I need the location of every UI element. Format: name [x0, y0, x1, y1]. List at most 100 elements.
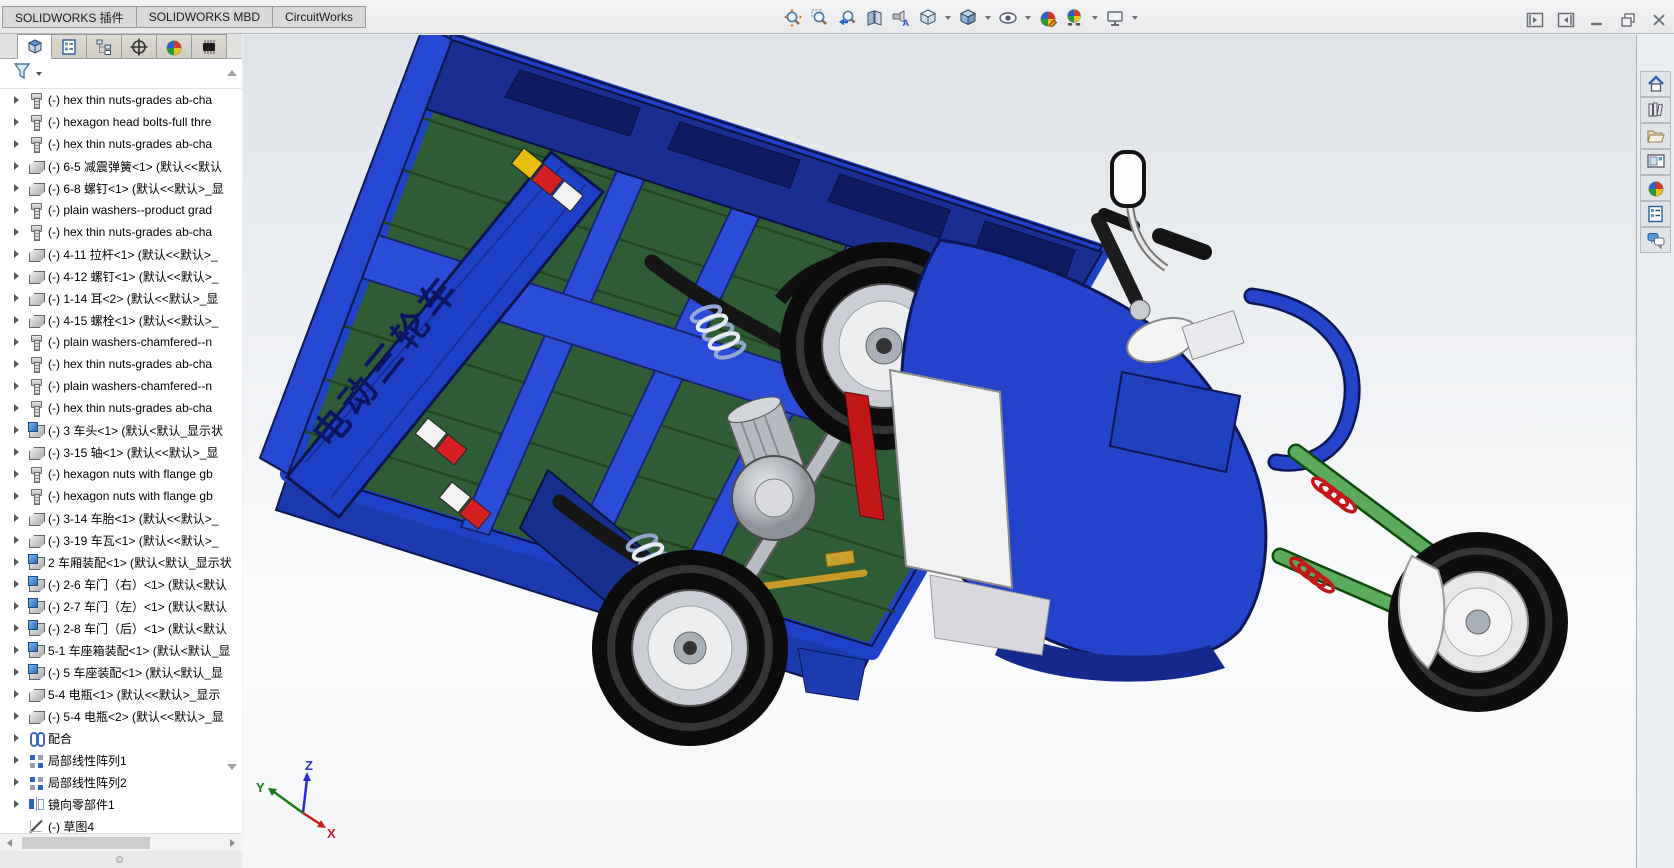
close-icon[interactable] — [1648, 10, 1670, 30]
expand-arrow-icon[interactable] — [14, 646, 28, 654]
view-palette-icon[interactable] — [1640, 149, 1671, 175]
scrollbar-thumb[interactable] — [22, 837, 150, 849]
tree-item[interactable]: (-) plain washers-chamfered--n — [0, 331, 242, 353]
view-settings-dropdown-caret[interactable] — [1129, 5, 1140, 30]
expand-arrow-icon[interactable] — [14, 338, 28, 346]
expand-arrow-icon[interactable] — [14, 96, 28, 104]
section-view-icon[interactable] — [861, 5, 886, 30]
tree-item[interactable]: (-) 5 车座装配<1> (默认<默认_显 — [0, 661, 242, 683]
tree-item[interactable]: (-) hex thin nuts-grades ab-cha — [0, 353, 242, 375]
tree-item[interactable]: (-) 2-6 车门（右）<1> (默认<默认 — [0, 573, 242, 595]
commandmanager-tab[interactable]: CircuitWorks — [272, 6, 366, 28]
expand-arrow-icon[interactable] — [14, 404, 28, 412]
expand-arrow-icon[interactable] — [14, 316, 28, 324]
zoom-to-fit-icon[interactable] — [780, 5, 805, 30]
hide-show-items-icon[interactable] — [995, 5, 1020, 30]
tree-item[interactable]: (-) 3-14 车胎<1> (默认<<默认>_ — [0, 507, 242, 529]
tree-item[interactable]: 局部线性阵列2 — [0, 771, 242, 793]
tree-scroll-up-icon[interactable] — [227, 70, 237, 78]
model-front-wheel[interactable] — [1388, 532, 1568, 712]
dock-left-icon[interactable] — [1524, 10, 1546, 30]
expand-arrow-icon[interactable] — [14, 228, 28, 236]
expand-arrow-icon[interactable] — [14, 690, 28, 698]
dock-right-icon[interactable] — [1555, 10, 1577, 30]
scroll-right-icon[interactable] — [230, 839, 235, 847]
featuremanager-tab[interactable] — [17, 34, 52, 59]
tree-item[interactable]: (-) 2-8 车门（后）<1> (默认<默认 — [0, 617, 242, 639]
tree-item[interactable]: (-) hex thin nuts-grades ab-cha — [0, 133, 242, 155]
view-orientation-dropdown-caret[interactable] — [942, 5, 953, 30]
expand-arrow-icon[interactable] — [14, 184, 28, 192]
home-icon[interactable] — [1640, 71, 1671, 97]
tree-item[interactable]: 配合 — [0, 727, 242, 749]
scroll-left-icon[interactable] — [7, 839, 12, 847]
tree-item[interactable]: 镜向零部件1 — [0, 793, 242, 815]
expand-arrow-icon[interactable] — [14, 206, 28, 214]
tree-item[interactable]: (-) hex thin nuts-grades ab-cha — [0, 397, 242, 419]
annotation-views-icon[interactable]: A — [888, 5, 913, 30]
tree-scroll-down-icon[interactable] — [227, 764, 237, 772]
circuitworks-tab[interactable] — [192, 34, 227, 59]
model-tricycle[interactable]: 电动三轮车 Z Y X — [243, 35, 1636, 868]
tree-item[interactable]: (-) 5-4 电瓶<2> (默认<<默认>_显 — [0, 705, 242, 727]
expand-arrow-icon[interactable] — [14, 712, 28, 720]
propertymanager-tab[interactable] — [52, 34, 87, 59]
expand-arrow-icon[interactable] — [14, 382, 28, 390]
displaymanager-tab[interactable] — [157, 34, 192, 59]
expand-arrow-icon[interactable] — [14, 250, 28, 258]
tree-item[interactable]: (-) hex thin nuts-grades ab-cha — [0, 221, 242, 243]
minimize-icon[interactable] — [1586, 10, 1608, 30]
tree-item[interactable]: (-) 2-7 车门（左）<1> (默认<默认 — [0, 595, 242, 617]
expand-arrow-icon[interactable] — [14, 778, 28, 786]
view-orientation-icon[interactable] — [915, 5, 940, 30]
tree-item[interactable]: (-) 草图4 — [0, 815, 242, 833]
expand-arrow-icon[interactable] — [14, 272, 28, 280]
tree-item[interactable]: (-) 4-11 拉杆<1> (默认<<默认>_ — [0, 243, 242, 265]
expand-arrow-icon[interactable] — [14, 140, 28, 148]
tree-item[interactable]: (-) 4-15 螺栓<1> (默认<<默认>_ — [0, 309, 242, 331]
tree-item[interactable]: (-) 6-5 减震弹簧<1> (默认<<默认 — [0, 155, 242, 177]
tree-item[interactable]: (-) hex thin nuts-grades ab-cha — [0, 89, 242, 111]
tree-item[interactable]: (-) 1-14 耳<2> (默认<<默认>_显 — [0, 287, 242, 309]
apply-scene-dropdown-caret[interactable] — [1089, 5, 1100, 30]
tree-item[interactable]: 局部线性阵列1 — [0, 749, 242, 771]
graphics-area[interactable]: 电动三轮车 Z Y X — [243, 35, 1636, 868]
expand-arrow-icon[interactable] — [14, 602, 28, 610]
filter-dropdown-caret[interactable] — [36, 71, 42, 76]
apply-scene-icon[interactable] — [1062, 5, 1087, 30]
tree-item[interactable]: (-) 6-8 螺钉<1> (默认<<默认>_显 — [0, 177, 242, 199]
tree-item[interactable]: (-) plain washers-chamfered--n — [0, 375, 242, 397]
commandmanager-tab[interactable]: SOLIDWORKS 插件 — [2, 6, 136, 28]
display-style-icon[interactable] — [955, 5, 980, 30]
tree-item[interactable]: (-) 4-12 螺钉<1> (默认<<默认>_ — [0, 265, 242, 287]
expand-arrow-icon[interactable] — [14, 734, 28, 742]
file-explorer-icon[interactable] — [1640, 123, 1671, 149]
tree-item[interactable]: 2 车厢装配<1> (默认<默认_显示状 — [0, 551, 242, 573]
expand-arrow-icon[interactable] — [14, 360, 28, 368]
appearances-scenes-icon[interactable] — [1640, 175, 1671, 201]
expand-arrow-icon[interactable] — [14, 536, 28, 544]
filter-funnel-icon[interactable] — [12, 61, 32, 86]
expand-arrow-icon[interactable] — [14, 624, 28, 632]
view-settings-icon[interactable] — [1102, 5, 1127, 30]
design-library-icon[interactable] — [1640, 97, 1671, 123]
expand-arrow-icon[interactable] — [14, 514, 28, 522]
custom-properties-icon[interactable] — [1640, 201, 1671, 227]
panel-splitter[interactable] — [0, 851, 242, 868]
expand-arrow-icon[interactable] — [14, 580, 28, 588]
expand-arrow-icon[interactable] — [14, 426, 28, 434]
tree-item[interactable]: (-) 3 车头<1> (默认<默认_显示状 — [0, 419, 242, 441]
expand-arrow-icon[interactable] — [14, 800, 28, 808]
zoom-to-area-icon[interactable] — [807, 5, 832, 30]
expand-arrow-icon[interactable] — [14, 756, 28, 764]
expand-arrow-icon[interactable] — [14, 470, 28, 478]
model-rear-wheel-lower[interactable] — [592, 550, 788, 746]
display-style-dropdown-caret[interactable] — [982, 5, 993, 30]
expand-arrow-icon[interactable] — [14, 558, 28, 566]
configurationmanager-tab[interactable] — [87, 34, 122, 59]
previous-view-icon[interactable] — [834, 5, 859, 30]
tree-item[interactable]: (-) 3-19 车瓦<1> (默认<<默认>_ — [0, 529, 242, 551]
edit-appearance-icon[interactable] — [1035, 5, 1060, 30]
hide-show-items-dropdown-caret[interactable] — [1022, 5, 1033, 30]
solidworks-forum-icon[interactable] — [1640, 227, 1671, 253]
